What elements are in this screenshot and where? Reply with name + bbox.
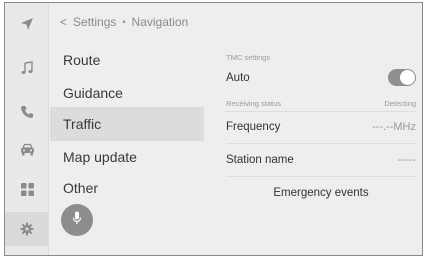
breadcrumb: < Settings • Navigation	[60, 15, 188, 29]
breadcrumb-current: Navigation	[131, 15, 189, 29]
emergency-events-button[interactable]: Emergency events	[226, 179, 416, 207]
breadcrumb-parent[interactable]: Settings	[73, 15, 116, 29]
breadcrumb-separator: •	[122, 17, 126, 27]
settings-screen: < Settings • Navigation Route Guidance T…	[4, 2, 423, 256]
frequency-label: Frequency	[226, 121, 281, 133]
microphone-icon	[72, 211, 82, 230]
rail-media-button[interactable]	[5, 51, 49, 85]
auto-label: Auto	[226, 72, 250, 84]
divider	[226, 176, 416, 177]
divider	[226, 143, 416, 144]
menu-item-guidance[interactable]: Guidance	[50, 76, 204, 110]
receiving-status-value: Detecting	[384, 99, 416, 108]
divider	[226, 111, 416, 112]
car-icon	[20, 143, 35, 156]
station-name-value: -----	[397, 154, 416, 166]
menu-item-route[interactable]: Route	[50, 43, 204, 77]
settings-gear-icon	[20, 222, 34, 236]
settings-menu: < Settings • Navigation Route Guidance T…	[50, 3, 204, 255]
app-rail	[5, 3, 49, 255]
phone-icon	[20, 105, 34, 119]
rail-vehicle-button[interactable]	[5, 132, 49, 166]
auto-toggle[interactable]	[388, 69, 416, 86]
menu-item-map-update[interactable]: Map update	[50, 140, 204, 174]
music-note-icon	[20, 61, 34, 75]
tmc-settings-label: TMC settings	[226, 53, 271, 62]
rail-phone-button[interactable]	[5, 95, 49, 129]
back-button[interactable]: <	[60, 15, 67, 29]
toggle-knob	[400, 70, 415, 85]
voice-button[interactable]	[61, 204, 93, 236]
menu-item-other[interactable]: Other	[50, 171, 204, 205]
rail-apps-button[interactable]	[5, 172, 49, 206]
station-name-label: Station name	[226, 154, 294, 166]
navigation-arrow-icon	[20, 17, 34, 31]
traffic-settings-panel: TMC settings Auto Receiving status Detec…	[204, 3, 422, 255]
frequency-value: ---.--MHz	[372, 121, 416, 133]
apps-grid-icon	[20, 182, 34, 196]
rail-navigation-button[interactable]	[5, 7, 49, 41]
receiving-status-label: Receiving status	[226, 99, 282, 108]
menu-item-traffic[interactable]: Traffic	[50, 107, 204, 141]
rail-settings-button[interactable]	[5, 212, 49, 246]
